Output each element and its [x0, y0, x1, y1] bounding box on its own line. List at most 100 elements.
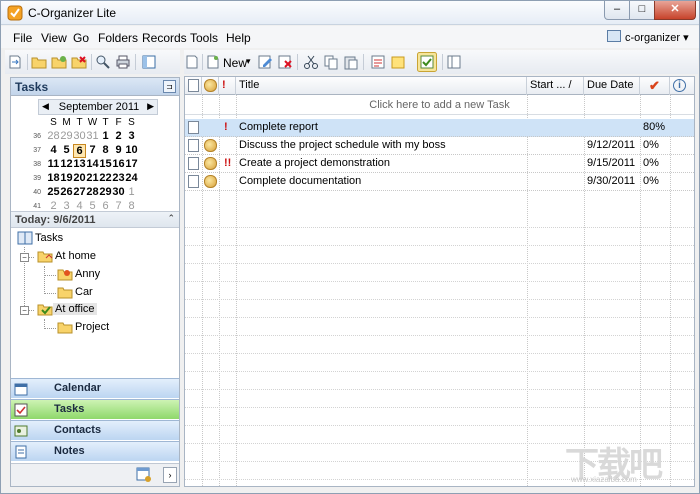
table-row[interactable]: Discuss the project schedule with my bos… [185, 137, 694, 155]
calendar-day[interactable]: 13 [73, 158, 86, 170]
calendar-day[interactable]: 30 [112, 186, 125, 198]
expand-nav-icon[interactable]: › [163, 467, 177, 483]
menu-folders[interactable]: Folders [98, 31, 138, 45]
calendar-day[interactable]: 2 [112, 130, 125, 142]
move-icon[interactable] [7, 54, 23, 70]
new-folder-icon[interactable] [51, 54, 67, 70]
open-folder-icon[interactable] [31, 54, 47, 70]
prev-month-icon[interactable]: ◀ [42, 101, 49, 112]
calendar-day[interactable]: 18 [47, 172, 60, 184]
priority-cell: !! [224, 157, 232, 169]
pane-header: Tasks ⊐ [11, 78, 179, 96]
col-reminder-header[interactable] [202, 77, 219, 95]
chevron-down-icon: ▾ [683, 32, 689, 44]
calendar-day[interactable]: 22 [99, 172, 112, 184]
maximize-button[interactable]: □ [629, 1, 655, 20]
calendar-day[interactable]: 19 [60, 172, 73, 184]
calendar-day[interactable]: 21 [86, 172, 99, 184]
delete-folder-icon[interactable] [71, 54, 87, 70]
columns-icon[interactable] [446, 54, 462, 70]
calendar-day[interactable]: 10 [125, 144, 138, 156]
edit-icon[interactable] [257, 54, 273, 70]
calendar-day[interactable]: 28 [86, 186, 99, 198]
calendar-day[interactable]: 9 [112, 144, 125, 156]
menu-file[interactable]: File [13, 31, 32, 45]
nav-calendar[interactable]: Calendar [11, 378, 179, 398]
delete-icon[interactable] [277, 54, 293, 70]
next-month-icon[interactable]: ▶ [147, 101, 154, 112]
calendar-day[interactable]: 24 [125, 172, 138, 184]
calendar-day[interactable]: 16 [112, 158, 125, 170]
calendar-day[interactable]: 28 [47, 130, 60, 142]
col-complete-header[interactable]: ✔ [640, 77, 670, 95]
minimize-button[interactable]: – [604, 1, 630, 20]
calendar-day[interactable]: 26 [60, 186, 73, 198]
calendar-day[interactable]: 3 [125, 130, 138, 142]
menu-records[interactable]: Records [142, 31, 187, 45]
info-icon: i [673, 79, 686, 92]
calendar-day[interactable]: 25 [47, 186, 60, 198]
configure-nav-icon[interactable] [136, 467, 152, 483]
calendar-day[interactable]: 29 [99, 186, 112, 198]
note-icon[interactable] [390, 54, 406, 70]
chevron-down-icon: ▾ [246, 56, 251, 66]
move-icon[interactable] [184, 54, 200, 70]
document-icon [188, 79, 199, 92]
properties-icon[interactable] [370, 54, 386, 70]
calendar-day[interactable]: 7 [86, 144, 99, 156]
col-type-header[interactable] [185, 77, 202, 95]
calendar-day[interactable]: 11 [47, 158, 60, 170]
pin-icon[interactable]: ⊐ [163, 80, 176, 93]
calendar-day[interactable]: 8 [99, 144, 112, 156]
table-row[interactable]: Complete documentation 9/30/2011 0% [185, 173, 694, 191]
nav-notes[interactable]: Notes [11, 441, 179, 461]
col-start-header[interactable]: Start ... / [527, 77, 584, 95]
week-number: 36 [33, 133, 41, 140]
new-button[interactable]: New ▾ [205, 52, 253, 72]
copy-icon[interactable] [323, 54, 339, 70]
menu-help[interactable]: Help [226, 31, 251, 45]
menu-view[interactable]: View [41, 31, 67, 45]
nav-tasks[interactable]: Tasks [11, 399, 179, 419]
watermark: 下载吧 www.xiazaiba.com [565, 446, 663, 484]
mark-complete-icon[interactable] [417, 52, 437, 72]
table-row[interactable]: !! Create a project demonstration 9/15/2… [185, 155, 694, 173]
menu-bar: File View Go Folders Records Tools Help [1, 26, 699, 48]
title-cell: Discuss the project schedule with my bos… [239, 139, 446, 151]
calendar-day[interactable]: 17 [125, 158, 138, 170]
col-title-header[interactable]: Title [236, 77, 527, 95]
calendar-day[interactable]: 1 [99, 130, 112, 142]
collapse-icon[interactable]: − [20, 253, 29, 262]
add-task-row[interactable]: Click here to add a new Task [185, 96, 694, 115]
close-button[interactable]: ✕ [654, 1, 696, 20]
calendar-day[interactable]: 30 [73, 130, 86, 142]
chevron-up-icon[interactable]: ⌃ [167, 213, 175, 224]
calendar-day[interactable]: 31 [86, 130, 99, 142]
calendar-day[interactable]: 29 [60, 130, 73, 142]
nav-contacts[interactable]: Contacts [11, 420, 179, 440]
search-icon[interactable] [95, 54, 111, 70]
collapse-icon[interactable]: − [20, 306, 29, 315]
menu-tools[interactable]: Tools [190, 31, 218, 45]
calendar-day[interactable]: 27 [73, 186, 86, 198]
print-icon[interactable] [115, 54, 131, 70]
calendar-day[interactable]: 6 [73, 144, 86, 158]
calendar-day[interactable]: 1 [125, 186, 138, 198]
today-bar[interactable]: Today: 9/6/2011 ⌃ [11, 211, 179, 228]
calendar-day[interactable]: 5 [60, 144, 73, 156]
col-info-header[interactable]: i [670, 77, 694, 95]
table-row[interactable]: ! Complete report 80% [185, 119, 694, 137]
task-grid: ! Title Start ... / Due Date ✔ i Click h… [184, 76, 695, 487]
calendar-day[interactable]: 4 [47, 144, 60, 156]
layout-icon[interactable] [141, 54, 157, 70]
calendar-day[interactable]: 14 [86, 158, 99, 170]
col-due-header[interactable]: Due Date [584, 77, 640, 95]
calendar-day[interactable]: 15 [99, 158, 112, 170]
cut-icon[interactable] [303, 54, 319, 70]
paste-icon[interactable] [343, 54, 359, 70]
col-priority-header[interactable]: ! [219, 77, 236, 95]
calendar-day[interactable]: 23 [112, 172, 125, 184]
menu-go[interactable]: Go [73, 31, 89, 45]
calendar-day[interactable]: 12 [60, 158, 73, 170]
calendar-day[interactable]: 20 [73, 172, 86, 184]
